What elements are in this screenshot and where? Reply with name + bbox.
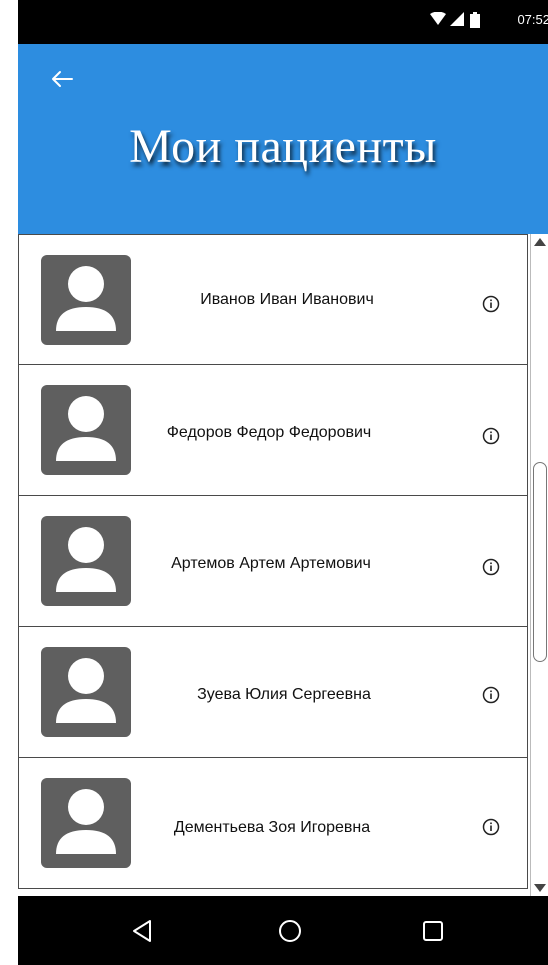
scrollbar-thumb[interactable] bbox=[533, 462, 547, 662]
person-icon bbox=[56, 266, 116, 331]
phone-screen: 07:52 Мои пациенты Иванов Иван Иванович bbox=[18, 0, 548, 965]
info-icon[interactable] bbox=[482, 427, 500, 445]
patient-row[interactable]: Иванов Иван Иванович bbox=[18, 234, 528, 365]
arrow-left-icon[interactable] bbox=[48, 64, 78, 94]
patient-list[interactable]: Иванов Иван Иванович Федоров Федор Федор… bbox=[18, 234, 530, 896]
patient-name: Дементьева Зоя Игоревна bbox=[173, 819, 371, 836]
back-triangle-icon[interactable] bbox=[128, 916, 158, 946]
scroll-down-icon[interactable] bbox=[531, 878, 548, 896]
person-icon bbox=[56, 527, 116, 592]
recents-square-icon[interactable] bbox=[418, 916, 448, 946]
scroll-up-icon[interactable] bbox=[531, 234, 548, 252]
patient-name: Зуева Юлия Сергеевна bbox=[197, 686, 371, 703]
info-icon[interactable] bbox=[482, 686, 500, 704]
home-circle-icon[interactable] bbox=[275, 916, 305, 946]
patient-row[interactable]: Федоров Федор Федорович bbox=[18, 365, 528, 496]
patient-name: Федоров Федор Федорович bbox=[166, 424, 372, 441]
app-bar: Мои пациенты bbox=[18, 44, 548, 234]
info-icon[interactable] bbox=[482, 558, 500, 576]
patient-avatar bbox=[41, 778, 131, 868]
patient-row[interactable]: Артемов Артем Артемович bbox=[18, 496, 528, 627]
person-icon bbox=[56, 396, 116, 461]
status-bar: 07:52 bbox=[18, 0, 548, 44]
battery-icon bbox=[470, 12, 480, 28]
page-title: Мои пациенты bbox=[129, 120, 437, 173]
patient-name: Иванов Иван Иванович bbox=[200, 291, 374, 308]
patient-avatar bbox=[41, 647, 131, 737]
wifi-icon bbox=[430, 12, 446, 25]
patient-avatar bbox=[41, 255, 131, 345]
person-icon bbox=[56, 658, 116, 723]
system-nav-bar bbox=[18, 896, 548, 965]
patient-row[interactable]: Зуева Юлия Сергеевна bbox=[18, 627, 528, 758]
patient-avatar bbox=[41, 516, 131, 606]
status-time: 07:52 bbox=[517, 12, 548, 27]
info-icon[interactable] bbox=[482, 295, 500, 313]
scrollbar[interactable] bbox=[530, 234, 548, 896]
patient-row[interactable]: Дементьева Зоя Игоревна bbox=[18, 758, 528, 889]
patient-avatar bbox=[41, 385, 131, 475]
signal-icon bbox=[450, 12, 464, 26]
patient-name: Артемов Артем Артемович bbox=[171, 555, 371, 572]
info-icon[interactable] bbox=[482, 818, 500, 836]
person-icon bbox=[56, 789, 116, 854]
